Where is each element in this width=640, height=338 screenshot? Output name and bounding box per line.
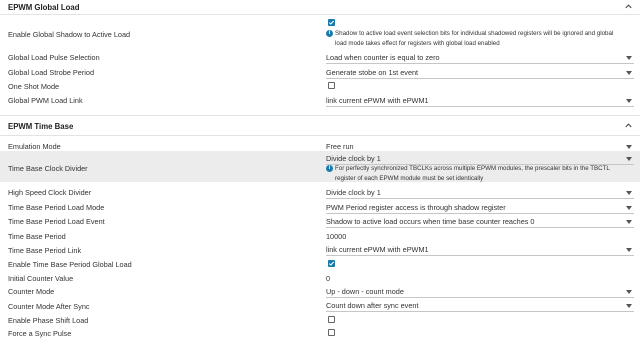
info-icon: i (326, 165, 333, 172)
select-value: Generate stobe on 1st event (326, 68, 419, 77)
dropdown-arrow-icon (626, 56, 632, 60)
info-text: For perfectly synchronized TBCLKs across… (335, 165, 610, 182)
counter-mode-sync-select[interactable]: Count down after sync event (326, 301, 634, 312)
period-load-event-select[interactable]: Shadow to active load occurs when time b… (326, 217, 634, 228)
pulse-selection-select[interactable]: Load when counter is equal to zero (326, 53, 634, 64)
divider (0, 115, 640, 116)
select-value: Free run (326, 142, 354, 151)
field-label: One Shot Mode (8, 82, 60, 91)
field-label: Global Load Pulse Selection (8, 53, 100, 62)
dropdown-arrow-icon (626, 191, 632, 195)
field-label: Time Base Period Link (8, 246, 82, 255)
select-value: Up - down - count mode (326, 287, 404, 296)
select-value: Divide clock by 1 (326, 188, 381, 197)
chevron-up-icon[interactable] (624, 121, 633, 130)
divider (0, 135, 640, 136)
select-value: Count down after sync event (326, 301, 419, 310)
dropdown-arrow-icon (626, 304, 632, 308)
select-value: link current ePWM with ePWM1 (326, 96, 429, 105)
field-label: Initial Counter Value (8, 274, 74, 283)
info-text: Shadow to active load event selection bi… (335, 30, 614, 47)
initial-counter-input[interactable]: 0 (326, 274, 330, 283)
field-label: Enable Time Base Period Global Load (8, 260, 132, 269)
field-label: Counter Mode After Sync (8, 302, 90, 311)
section-title: EPWM Global Load (8, 2, 80, 12)
select-value: Load when counter is equal to zero (326, 53, 440, 62)
strobe-period-select[interactable]: Generate stobe on 1st event (326, 68, 634, 79)
checkmark-icon (328, 20, 335, 25)
select-value: PWM Period register access is through sh… (326, 203, 506, 212)
info-icon: i (326, 30, 333, 37)
select-value: Shadow to active load occurs when time b… (326, 217, 535, 226)
one-shot-checkbox[interactable] (328, 82, 335, 89)
field-label: Time Base Period (8, 232, 66, 241)
period-input[interactable]: 10000 (326, 232, 346, 241)
dropdown-arrow-icon (626, 157, 632, 161)
dropdown-arrow-icon (626, 220, 632, 224)
field-label: Emulation Mode (8, 142, 61, 151)
enable-global-shadow-checkbox[interactable] (328, 19, 335, 26)
field-label: Enable Phase Shift Load (8, 316, 89, 325)
checkmark-icon (328, 261, 335, 266)
dropdown-arrow-icon (626, 71, 632, 75)
dropdown-arrow-icon (626, 290, 632, 294)
info-note-clock-divider: i For perfectly synchronized TBCLKs acro… (326, 164, 626, 183)
hs-clock-divider-select[interactable]: Divide clock by 1 (326, 188, 634, 199)
dropdown-arrow-icon (626, 206, 632, 210)
field-label: Global Load Strobe Period (8, 68, 94, 77)
field-label: Time Base Clock Divider (8, 164, 88, 173)
section-title: EPWM Time Base (8, 121, 74, 131)
field-label: Global PWM Load Link (8, 96, 83, 105)
field-label: Enable Global Shadow to Active Load (8, 30, 131, 39)
period-global-load-checkbox[interactable] (328, 260, 335, 267)
info-note-global-shadow: i Shadow to active load event selection … (326, 29, 626, 48)
select-value: Divide clock by 1 (326, 154, 381, 163)
section-header-time-base[interactable]: EPWM Time Base (0, 119, 640, 133)
divider (0, 14, 640, 15)
period-link-select[interactable]: link current ePWM with ePWM1 (326, 245, 634, 256)
field-label: Counter Mode (8, 287, 55, 296)
field-label: Force a Sync Pulse (8, 329, 72, 338)
pwm-load-link-select[interactable]: link current ePWM with ePWM1 (326, 96, 634, 107)
dropdown-arrow-icon (626, 99, 632, 103)
select-value: link current ePWM with ePWM1 (326, 245, 429, 254)
counter-mode-select[interactable]: Up - down - count mode (326, 287, 634, 298)
dropdown-arrow-icon (626, 248, 632, 252)
chevron-up-icon[interactable] (624, 2, 633, 11)
phase-shift-checkbox[interactable] (328, 316, 335, 323)
section-header-global-load[interactable]: EPWM Global Load (0, 0, 640, 14)
field-label: Time Base Period Load Mode (8, 203, 105, 212)
field-label: High Speed Clock Divider (8, 188, 92, 197)
period-load-mode-select[interactable]: PWM Period register access is through sh… (326, 203, 634, 214)
dropdown-arrow-icon (626, 145, 632, 149)
field-label: Time Base Period Load Event (8, 217, 105, 226)
